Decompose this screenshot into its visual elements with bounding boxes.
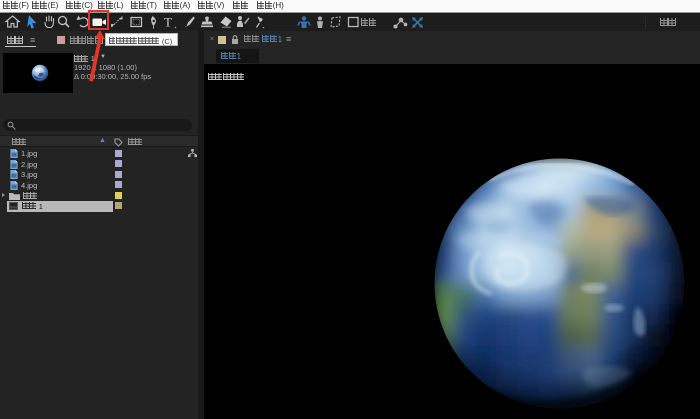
svg-text:T: T xyxy=(164,15,172,30)
